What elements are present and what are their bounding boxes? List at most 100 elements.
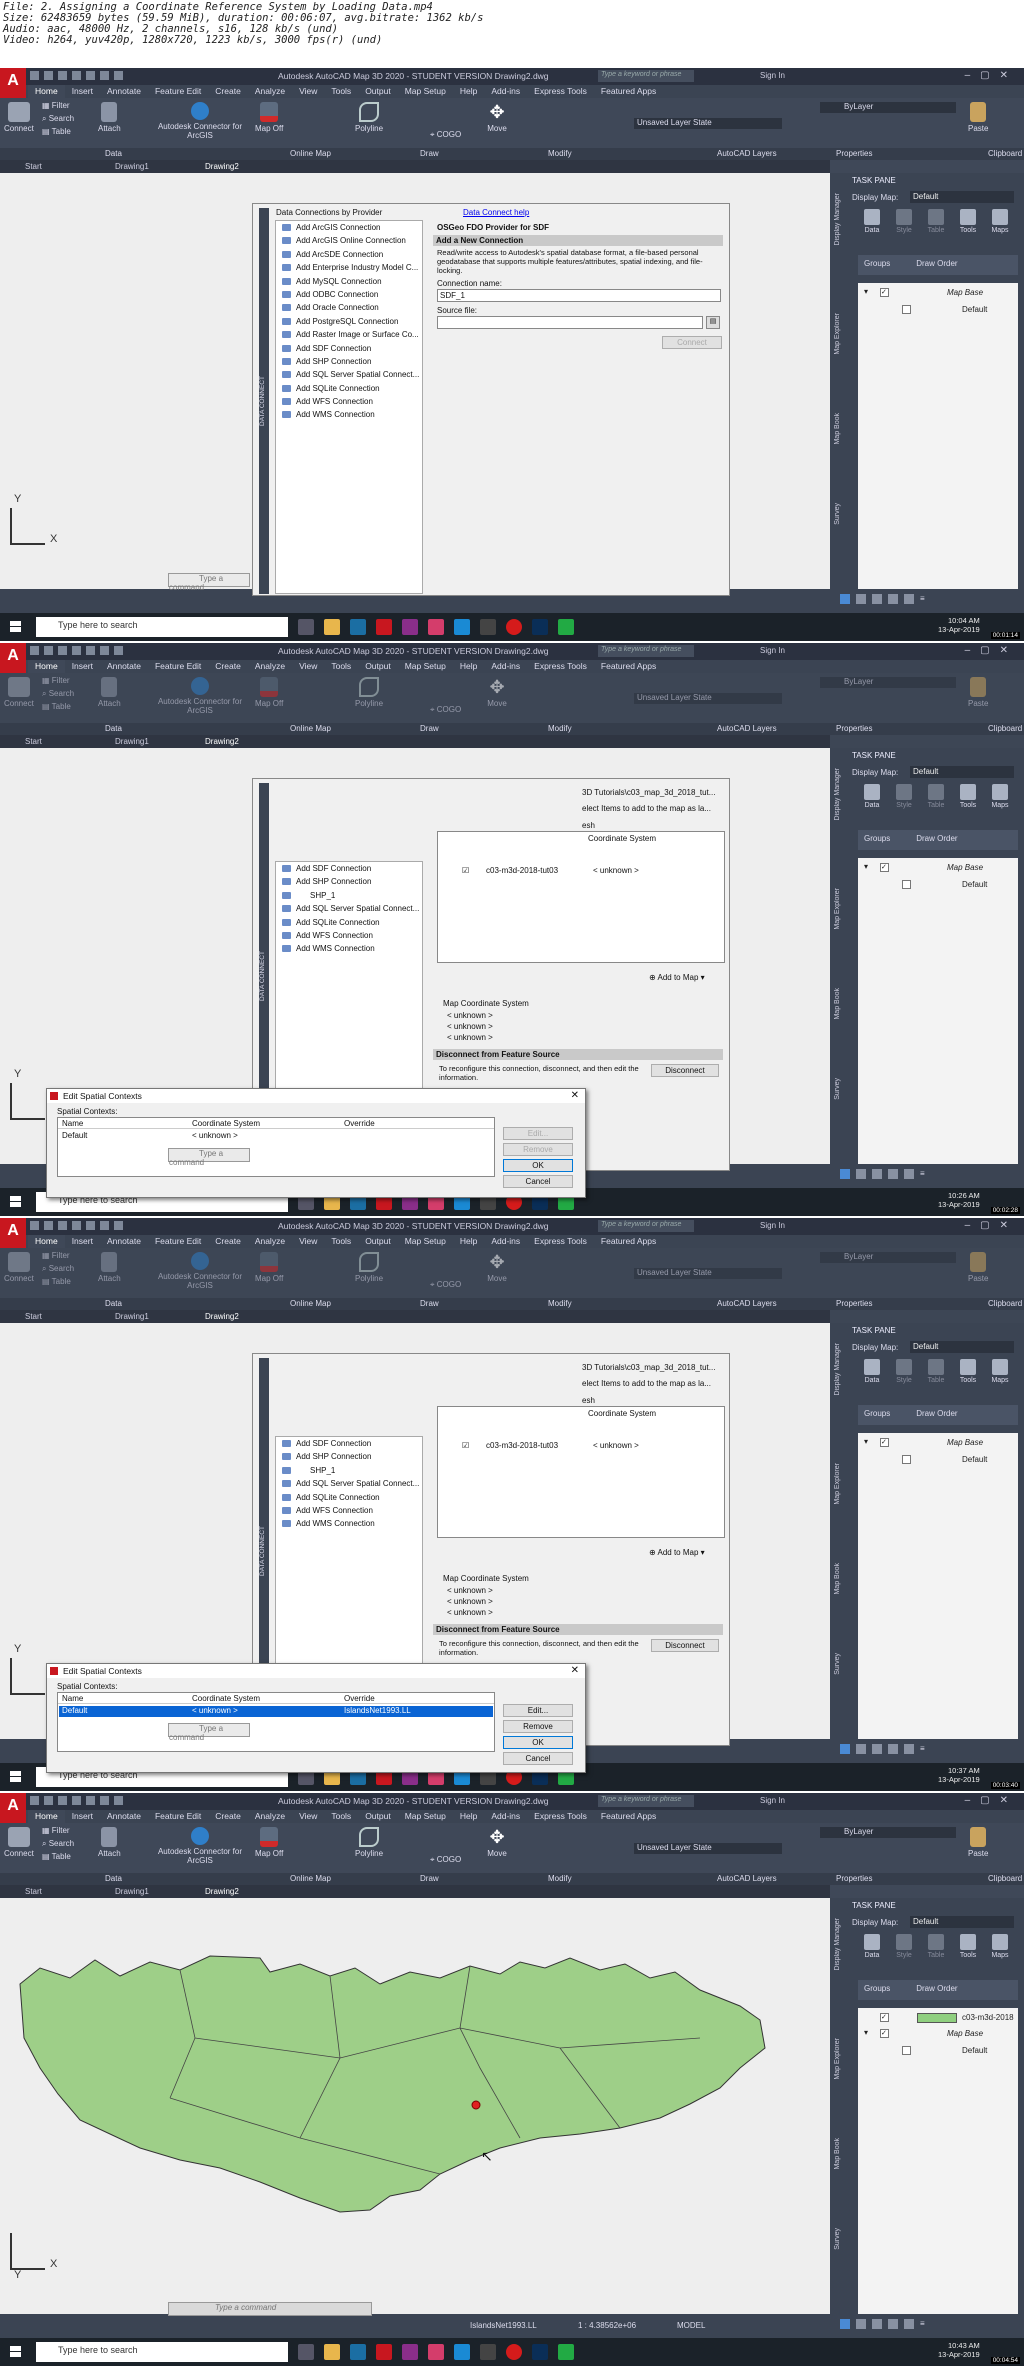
connect-button[interactable]: Connect xyxy=(662,336,722,349)
save-icon[interactable] xyxy=(58,1221,67,1230)
disconnect-button[interactable]: Disconnect xyxy=(651,1064,719,1077)
app-icon[interactable] xyxy=(428,2344,444,2360)
map-off-button[interactable]: Map Off xyxy=(255,1827,283,1858)
app-icon[interactable] xyxy=(558,2344,574,2360)
status-icon[interactable] xyxy=(840,594,850,604)
side-tab-display-manager[interactable]: Display Manager xyxy=(834,768,846,821)
color-bylayer-select[interactable]: ByLayer xyxy=(820,677,956,688)
ribbon-tab[interactable]: Tools xyxy=(324,1810,358,1823)
cogo-button[interactable]: ⌖ COGO xyxy=(430,1855,461,1865)
layer-state-select[interactable]: Unsaved Layer State xyxy=(634,693,782,704)
connection-name-input[interactable]: SDF_1 xyxy=(437,289,721,302)
print-icon[interactable] xyxy=(86,71,95,80)
windows-start-icon[interactable] xyxy=(10,2346,21,2357)
table-button[interactable]: ▤ Table xyxy=(42,1277,71,1286)
taskbar-search-input[interactable]: Type here to search xyxy=(36,2342,288,2362)
ribbon-panel-title[interactable]: Draw xyxy=(420,1299,439,1308)
save-icon[interactable] xyxy=(58,646,67,655)
ribbon-tab[interactable]: Output xyxy=(358,660,398,673)
ribbon-tab[interactable]: Insert xyxy=(65,85,100,98)
status-icon[interactable] xyxy=(840,1744,850,1754)
status-icon[interactable] xyxy=(904,2319,914,2329)
checkbox[interactable] xyxy=(902,305,911,314)
ribbon-panel-title[interactable]: Properties xyxy=(836,724,872,733)
ribbon-tab[interactable]: Help xyxy=(453,1810,484,1823)
undo-icon[interactable] xyxy=(100,1796,109,1805)
color-bylayer-select[interactable]: ByLayer xyxy=(820,1827,956,1838)
app-icon[interactable] xyxy=(480,2344,496,2360)
side-tab-survey[interactable]: Survey xyxy=(834,503,846,525)
paste-button[interactable]: Paste xyxy=(968,677,988,708)
table-row[interactable]: Default < unknown > xyxy=(59,1131,493,1142)
status-icon[interactable] xyxy=(904,1169,914,1179)
map-off-button[interactable]: Map Off xyxy=(255,677,283,708)
new-icon[interactable] xyxy=(30,71,39,80)
ribbon-panel-title[interactable]: AutoCAD Layers xyxy=(717,149,777,158)
ribbon-tab[interactable]: Create xyxy=(208,1810,248,1823)
ribbon-tab[interactable]: Annotate xyxy=(100,1235,148,1248)
paste-button[interactable]: Paste xyxy=(968,1252,988,1283)
checkbox[interactable]: ✓ xyxy=(880,2029,889,2038)
provider-item[interactable]: Add WMS Connection xyxy=(276,1517,422,1530)
autocad-logo[interactable]: A xyxy=(0,1218,26,1248)
chevron-down-icon[interactable]: ▾ xyxy=(864,287,868,296)
color-bylayer-select[interactable]: ByLayer xyxy=(820,1252,956,1263)
checkbox[interactable]: ☑ xyxy=(462,1441,469,1450)
save-icon[interactable] xyxy=(58,1796,67,1805)
open-icon[interactable] xyxy=(44,1796,53,1805)
file-explorer-icon[interactable] xyxy=(324,619,340,635)
draw-order-button[interactable]: Draw Order xyxy=(916,259,957,268)
task-pane-tool[interactable]: Data xyxy=(858,1934,886,1959)
move-button[interactable]: ✥ Move xyxy=(486,1827,508,1858)
task-view-icon[interactable] xyxy=(298,619,314,635)
task-pane-tool[interactable]: Maps xyxy=(986,1934,1014,1959)
windows-start-icon[interactable] xyxy=(10,1771,21,1782)
chevron-down-icon[interactable]: ▾ xyxy=(864,862,868,871)
chevron-down-icon[interactable]: ▾ xyxy=(864,2028,868,2037)
checkbox[interactable] xyxy=(902,2046,911,2055)
arcgis-connector-button[interactable]: Autodesk Connector for ArcGIS xyxy=(155,102,245,140)
search-button[interactable]: ⌕ Search xyxy=(42,1839,74,1849)
ribbon-panel-title[interactable]: Clipboard xyxy=(988,149,1022,158)
ribbon-tab[interactable]: Express Tools xyxy=(527,1810,594,1823)
groups-button[interactable]: Groups xyxy=(864,259,890,268)
cogo-button[interactable]: ⌖ COGO xyxy=(430,1280,461,1290)
status-icon[interactable] xyxy=(888,1169,898,1179)
side-tab-map-explorer[interactable]: Map Explorer xyxy=(834,1463,846,1505)
side-tab-survey[interactable]: Survey xyxy=(834,1653,846,1675)
remove-button[interactable]: Remove xyxy=(503,1720,573,1733)
menu-icon[interactable]: ≡ xyxy=(920,1744,925,1754)
ribbon-tab[interactable]: View xyxy=(292,85,324,98)
windows-start-icon[interactable] xyxy=(10,1196,21,1207)
groups-button[interactable]: Groups xyxy=(864,1984,890,1993)
app-icon[interactable] xyxy=(454,619,470,635)
default-group[interactable]: Default xyxy=(862,2045,1018,2057)
ribbon-tab[interactable]: Analyze xyxy=(248,1235,292,1248)
filter-button[interactable]: ▦ Filter xyxy=(42,1826,70,1835)
ribbon-panel-title[interactable]: AutoCAD Layers xyxy=(717,724,777,733)
move-button[interactable]: ✥ Move xyxy=(486,102,508,133)
status-icon[interactable] xyxy=(888,2319,898,2329)
provider-item[interactable]: Add SDF Connection xyxy=(276,862,422,875)
ribbon-tab[interactable]: Add-ins xyxy=(484,1810,527,1823)
tab-drawing2[interactable]: Drawing2 xyxy=(205,162,239,171)
provider-item[interactable]: Add PostgreSQL Connection xyxy=(276,315,422,328)
chevron-down-icon[interactable]: ▾ xyxy=(864,1437,868,1446)
tab-drawing1[interactable]: Drawing1 xyxy=(115,162,149,171)
window-controls[interactable]: –▢✕ xyxy=(965,645,1018,656)
status-icon[interactable] xyxy=(856,2319,866,2329)
tab-start[interactable]: Start xyxy=(25,737,42,746)
ribbon-panel-title[interactable]: Draw xyxy=(420,149,439,158)
edit-button[interactable]: Edit... xyxy=(503,1704,573,1717)
iceland-map[interactable]: Y xyxy=(0,1898,830,2314)
attach-button[interactable]: Attach xyxy=(98,102,121,133)
saveas-icon[interactable] xyxy=(72,646,81,655)
search-button[interactable]: ⌕ Search xyxy=(42,114,74,124)
ribbon-panel-title[interactable]: Online Map xyxy=(290,724,331,733)
autocad-map-icon[interactable] xyxy=(350,619,366,635)
data-connect-help-link[interactable]: Data Connect help xyxy=(463,208,529,217)
map-base-group[interactable]: ▾ ✓ Map Base xyxy=(862,1437,1018,1449)
provider-item[interactable]: Add Raster Image or Surface Co... xyxy=(276,328,422,341)
ribbon-panel-title[interactable]: Data xyxy=(105,1874,122,1883)
provider-item[interactable]: Add ArcGIS Online Connection xyxy=(276,234,422,247)
